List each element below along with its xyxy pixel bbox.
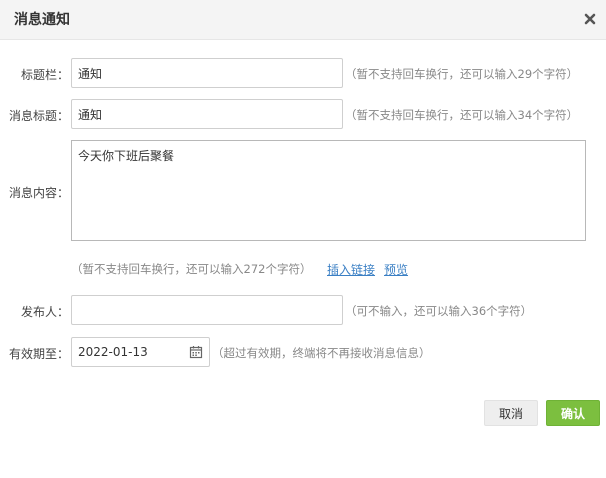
publisher-hint: （可不输入，还可以输入36个字符） [345, 304, 533, 318]
dialog-title: 消息通知 [14, 12, 70, 28]
message-content-hint: （暂不支持回车换行，还可以输入272个字符） [71, 262, 312, 276]
message-title-input[interactable] [71, 99, 343, 129]
message-content-label: 消息内容： [8, 186, 69, 200]
close-icon[interactable] [582, 11, 598, 27]
message-notification-dialog: 消息通知 标题栏： （暂不支持回车换行，还可以输入29个字符） 消息标题： （暂… [0, 0, 606, 478]
message-content-textarea[interactable]: 今天你下班后聚餐 [71, 140, 586, 241]
confirm-button[interactable]: 确认 [546, 400, 600, 426]
expiry-label: 有效期至： [8, 347, 69, 361]
title-bar-hint: （暂不支持回车换行，还可以输入29个字符） [345, 67, 579, 81]
preview-button[interactable]: 预览 [384, 261, 408, 278]
publisher-label: 发布人： [20, 305, 69, 319]
calendar-icon[interactable] [189, 345, 203, 359]
title-bar-label: 标题栏： [20, 68, 69, 82]
expiry-hint: （超过有效期，终端将不再接收消息信息） [212, 346, 431, 360]
message-title-label: 消息标题： [8, 109, 69, 123]
title-bar-input[interactable] [71, 58, 343, 88]
insert-link-button[interactable]: 插入链接 [327, 261, 375, 278]
message-title-hint: （暂不支持回车换行，还可以输入34个字符） [345, 108, 579, 122]
cancel-button[interactable]: 取消 [484, 400, 538, 426]
dialog-header: 消息通知 [0, 0, 606, 40]
publisher-input[interactable] [71, 295, 343, 325]
